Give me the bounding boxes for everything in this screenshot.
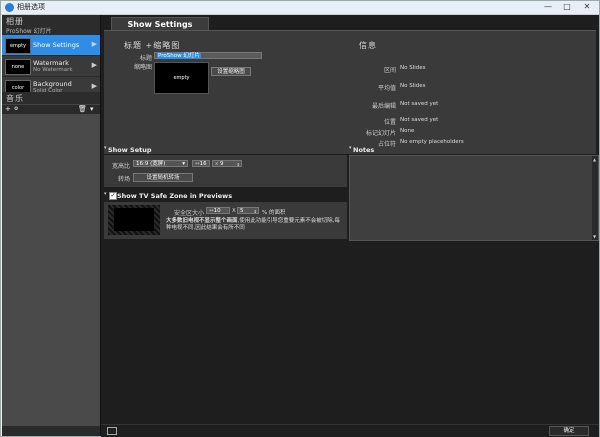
info-heading: 信息 <box>359 41 377 50</box>
window-title: 相册选项 <box>17 3 45 11</box>
info-value-range: No Slides <box>400 65 426 71</box>
window: 相册选项 — □ ✕ 相册 ProShow 幻灯片 empty Show Set… <box>0 0 600 437</box>
sidebar-footer <box>2 426 100 436</box>
trash-icon[interactable]: 🗑 <box>78 105 87 114</box>
sidebar-item-show-settings[interactable]: empty Show Settings ▶ <box>2 35 100 56</box>
tv-safe-checkbox[interactable]: ✓ <box>109 192 117 200</box>
info-label-location: 位置 <box>383 119 396 126</box>
info-label-average: 平均值 <box>377 85 396 92</box>
notes-scrollbar[interactable]: ▲ ▼ <box>592 156 598 240</box>
title-input[interactable]: ProShow 幻灯片 <box>154 52 262 59</box>
title-info-panel: 标题 +缩略图 标题 ProShow 幻灯片 缩略图 empty 设置缩略图 信… <box>104 30 596 154</box>
safe-height-value: 5 <box>240 208 244 214</box>
ok-button[interactable]: 确定 <box>549 426 589 436</box>
minimize-button[interactable]: — <box>539 1 557 13</box>
sidebar-item-label: Watermark <box>33 59 69 67</box>
watermark-thumb: none <box>5 59 31 75</box>
info-value-marked-slides: None <box>400 128 415 134</box>
aspect-ratio-select[interactable]: 16:9 (宽屏) ▾ <box>133 160 188 167</box>
chevron-down-icon[interactable]: ▾ <box>90 105 94 114</box>
music-title: 音乐 <box>6 94 24 103</box>
show-setup-panel: 宽高比 16:9 (宽屏) ▾ ↔16 x 9 ⇕ 转场 设置随机转场 <box>104 155 347 187</box>
thumbnail-preview[interactable]: empty <box>154 62 209 94</box>
music-options-icon[interactable]: ⚙ <box>14 105 18 114</box>
aspect-height-input[interactable]: x 9 ⇕ <box>212 160 242 167</box>
info-value-average: No Slides <box>400 83 426 89</box>
sidebar-item-sublabel: No Watermark <box>33 67 73 73</box>
album-header: 相册 ProShow 幻灯片 <box>2 15 100 35</box>
info-value-last-edited: Not saved yet <box>400 101 439 107</box>
window-mode-icon[interactable] <box>107 427 117 435</box>
tv-safe-desc-bold: 大多数旧电视不显示整个画面 <box>166 218 238 224</box>
tv-safe-heading: Show TV Safe Zone in Previews <box>117 192 233 200</box>
dialog-footer: 确定 <box>101 424 599 437</box>
sidebar-item-label: Background <box>33 80 72 88</box>
stepper-icon[interactable]: ⇕ <box>254 208 257 215</box>
sidebar: 相册 ProShow 幻灯片 empty Show Settings ▶ non… <box>2 15 101 436</box>
chevron-right-icon: ▶ <box>91 61 97 69</box>
safe-width-value: 10 <box>213 208 221 214</box>
aspect-ratio-label: 宽高比 <box>111 163 130 170</box>
chevron-right-icon: ▶ <box>91 40 97 48</box>
info-value-placeholders: No empty placeholders <box>400 139 464 145</box>
notes-heading: Notes <box>353 146 375 154</box>
safe-width-input[interactable]: ↔10 <box>206 207 230 214</box>
maximize-button[interactable]: □ <box>558 1 576 13</box>
aspect-width-input[interactable]: ↔16 <box>192 160 210 167</box>
safe-pct-label: % 的面积 <box>262 210 286 216</box>
transition-label: 转场 <box>117 176 130 183</box>
info-label-range: 区间 <box>383 67 396 74</box>
collapse-arrow-icon[interactable]: ▾ <box>349 145 352 151</box>
show-settings-thumb: empty <box>5 38 31 54</box>
stepper-icon[interactable]: ⇕ <box>237 161 240 168</box>
safe-x-label: X <box>232 208 236 214</box>
music-list[interactable] <box>2 114 100 426</box>
aspect-width-value: 16 <box>199 161 207 167</box>
random-transition-button[interactable]: 设置随机转场 <box>133 173 193 182</box>
scroll-up-icon[interactable]: ▲ <box>593 157 596 162</box>
chevron-right-icon: ▶ <box>91 82 97 90</box>
thumbnail-label: 缩略图 <box>133 64 152 71</box>
album-subtitle: ProShow 幻灯片 <box>6 28 52 35</box>
tv-safe-description: 大多数旧电视不显示整个画面,使用此功能引导您重要元素不会被切除,每种电视不同,因… <box>166 218 344 232</box>
scroll-down-icon[interactable]: ▼ <box>593 234 596 239</box>
safe-size-label: 安全区大小 <box>173 210 204 217</box>
chevron-down-icon: ▾ <box>182 161 185 167</box>
title-value: ProShow 幻灯片 <box>157 53 201 59</box>
app-icon <box>5 3 14 12</box>
info-label-last-edited: 最后编辑 <box>371 103 396 110</box>
music-header: 音乐 <box>2 92 100 104</box>
set-thumbnail-button[interactable]: 设置缩略图 <box>211 67 251 76</box>
tab-show-settings[interactable]: Show Settings <box>111 17 209 31</box>
info-value-location: Not saved yet <box>400 117 439 123</box>
safe-height-input[interactable]: 5 ⇕ <box>237 207 259 214</box>
collapse-arrow-icon[interactable]: ▾ <box>104 145 107 151</box>
aspect-ratio-value: 16:9 (宽屏) <box>136 161 166 167</box>
safe-zone-inner <box>114 208 154 231</box>
title-bar: 相册选项 — □ ✕ <box>1 1 599 15</box>
add-music-icon[interactable]: + <box>5 105 11 114</box>
show-setup-heading: Show Setup <box>108 146 152 154</box>
notes-textarea[interactable]: ▲ ▼ <box>349 155 599 241</box>
sidebar-item-watermark[interactable]: none Watermark No Watermark ▶ <box>2 56 100 77</box>
tv-safe-panel: 安全区大小 ↔10 X 5 ⇕ % 的面积 大多数旧电视不显示整个画面,使用此功… <box>104 202 347 239</box>
title-thumb-heading: 标题 +缩略图 <box>124 41 181 50</box>
title-label: 标题 <box>139 55 152 62</box>
info-label-marked-slides: 标记幻灯片 <box>365 130 396 137</box>
close-button[interactable]: ✕ <box>578 1 596 13</box>
main-panel: Show Settings 标题 +缩略图 标题 ProShow 幻灯片 缩略图… <box>101 15 599 437</box>
safe-zone-preview <box>108 205 160 235</box>
app-body: 相册 ProShow 幻灯片 empty Show Settings ▶ non… <box>2 15 599 437</box>
collapse-arrow-icon[interactable]: ▾ <box>104 191 107 197</box>
sidebar-item-label: Show Settings <box>33 41 80 49</box>
aspect-height-value: 9 <box>220 161 224 167</box>
